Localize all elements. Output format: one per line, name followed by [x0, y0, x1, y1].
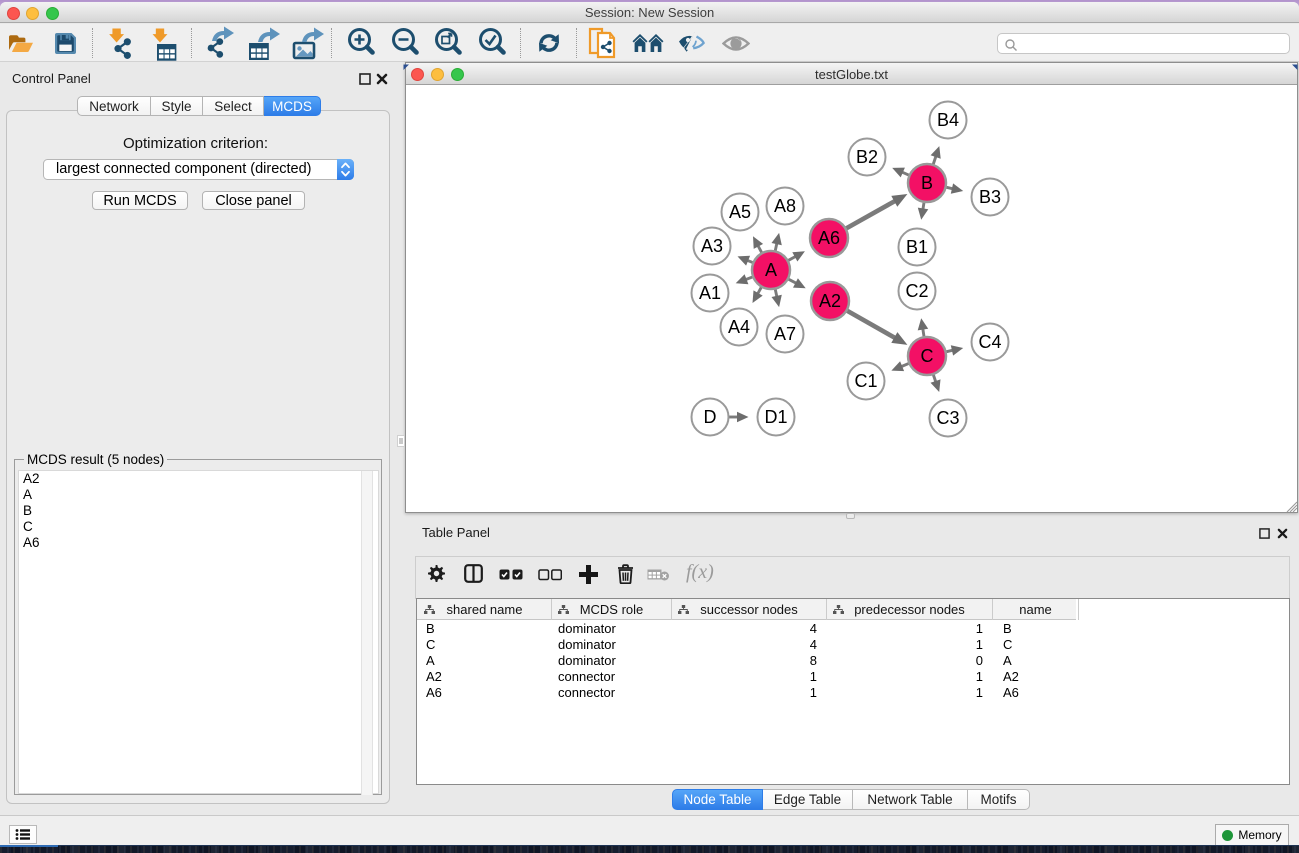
svg-text:A5: A5	[729, 202, 751, 222]
svg-text:A4: A4	[728, 317, 750, 337]
svg-text:A7: A7	[774, 324, 796, 344]
svg-text:B4: B4	[937, 110, 959, 130]
svg-text:B: B	[921, 173, 933, 193]
svg-text:B3: B3	[979, 187, 1001, 207]
svg-text:C2: C2	[905, 281, 928, 301]
svg-text:B1: B1	[906, 237, 928, 257]
svg-text:D1: D1	[764, 407, 787, 427]
svg-text:A6: A6	[818, 228, 840, 248]
svg-text:A: A	[765, 260, 777, 280]
svg-text:C1: C1	[854, 371, 877, 391]
svg-text:A3: A3	[701, 236, 723, 256]
svg-text:C3: C3	[936, 408, 959, 428]
svg-text:C4: C4	[978, 332, 1001, 352]
svg-text:A8: A8	[774, 196, 796, 216]
svg-text:A1: A1	[699, 283, 721, 303]
svg-text:D: D	[704, 407, 717, 427]
svg-text:A2: A2	[819, 291, 841, 311]
svg-text:C: C	[921, 346, 934, 366]
svg-text:B2: B2	[856, 147, 878, 167]
